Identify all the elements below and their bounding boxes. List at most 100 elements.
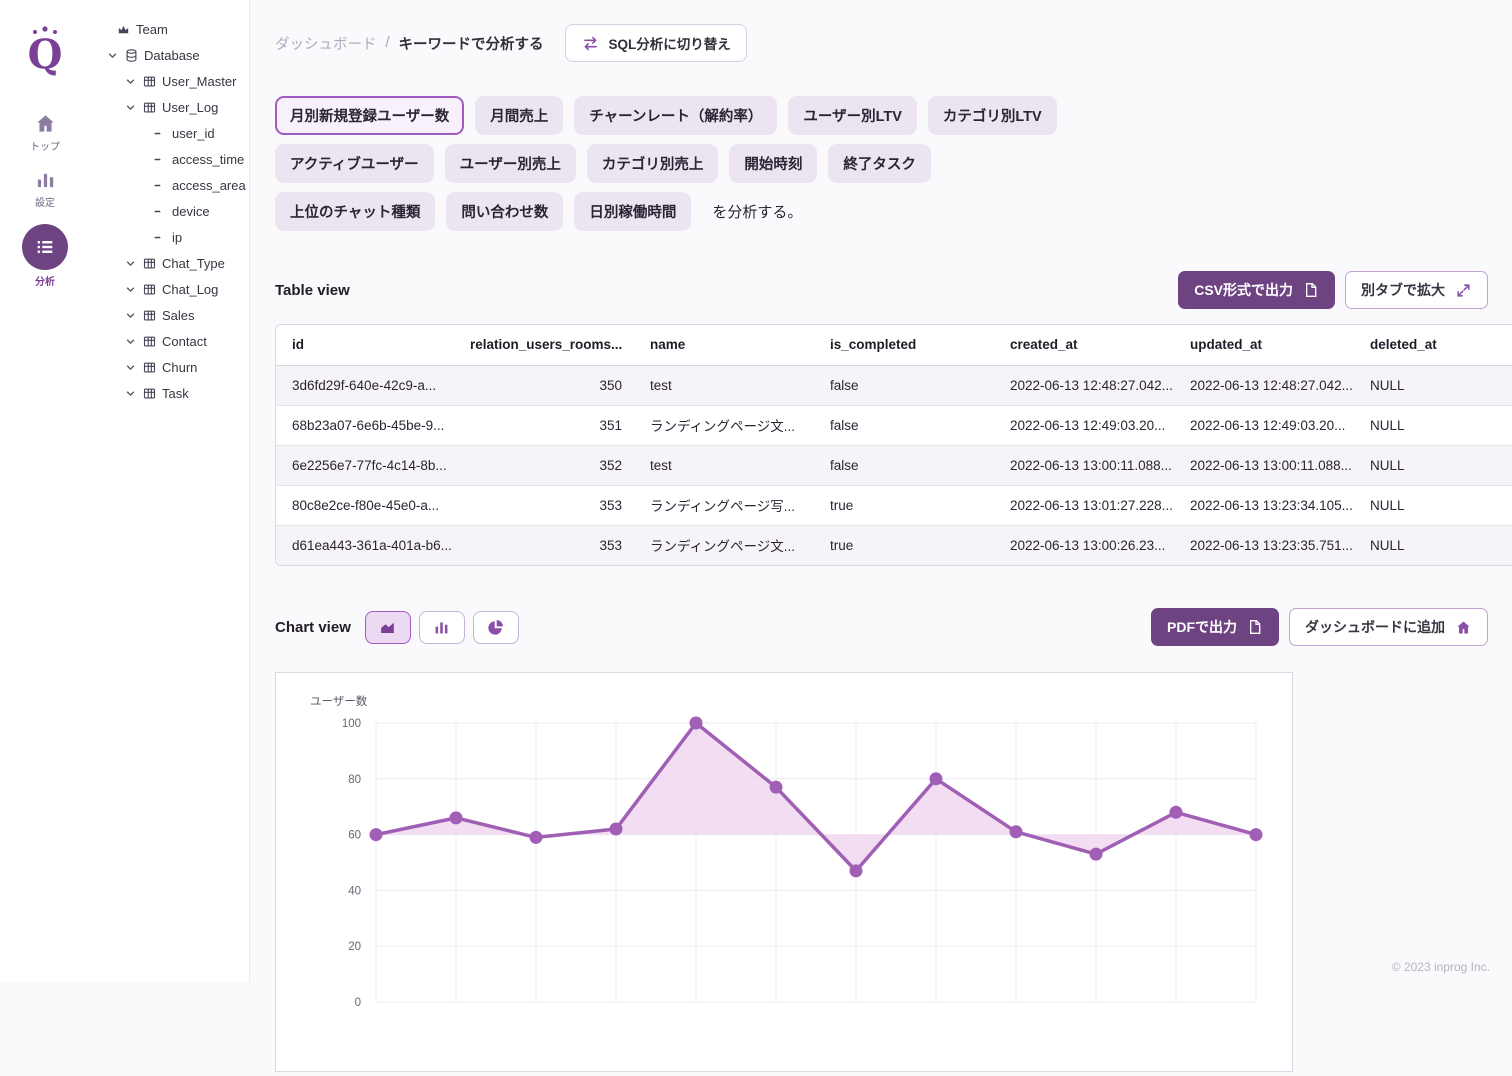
bar-chart-icon bbox=[432, 618, 451, 637]
tree-item-device[interactable]: device bbox=[90, 198, 249, 224]
area-chart-icon bbox=[378, 618, 397, 637]
keyword-chip[interactable]: 上位のチャット種類 bbox=[275, 192, 435, 231]
keyword-chip[interactable]: 月間売上 bbox=[475, 96, 563, 135]
table-cell: ランディングページ文... bbox=[636, 405, 816, 445]
column-header: id bbox=[276, 325, 456, 365]
tree-item-label: Team bbox=[136, 22, 168, 37]
keyword-chip[interactable]: 日別稼働時間 bbox=[574, 192, 691, 231]
table-cell: 2022-06-13 12:49:03.20... bbox=[1176, 405, 1356, 445]
table-row[interactable]: 6e2256e7-77fc-4c14-8b...352testfalse2022… bbox=[276, 445, 1512, 485]
table-row[interactable]: 68b23a07-6e6b-45be-9...351ランディングページ文...f… bbox=[276, 405, 1512, 445]
home-icon bbox=[1455, 619, 1472, 636]
breadcrumb-dashboard-link[interactable]: ダッシュボード bbox=[275, 33, 377, 54]
table-cell: 2022-06-13 13:00:26.23... bbox=[996, 525, 1176, 565]
expand-icon bbox=[1455, 282, 1472, 299]
keyword-chip[interactable]: 開始時刻 bbox=[729, 144, 817, 183]
table-cell: NULL bbox=[1356, 445, 1512, 485]
table-cell: true bbox=[816, 525, 996, 565]
table-row[interactable]: 80c8e2ce-f80e-45e0-a...353ランディングページ写...t… bbox=[276, 485, 1512, 525]
pdf-export-button[interactable]: PDFで出力 bbox=[1151, 608, 1279, 646]
rail-item-analysis[interactable]: 分析 bbox=[22, 224, 68, 288]
svg-text:0: 0 bbox=[355, 997, 361, 1009]
expand-tab-button[interactable]: 別タブで拡大 bbox=[1345, 271, 1488, 309]
result-table: idrelation_users_rooms...nameis_complete… bbox=[276, 325, 1512, 565]
keyword-chip[interactable]: カテゴリ別LTV bbox=[928, 96, 1057, 135]
pie-chart-button[interactable] bbox=[473, 611, 519, 644]
svg-text:100: 100 bbox=[342, 718, 361, 730]
table-view-header: Table view CSV形式で出力 別タブで拡大 bbox=[275, 271, 1488, 309]
chart-view-title: Chart view bbox=[275, 619, 351, 636]
tree-item-sales[interactable]: Sales bbox=[90, 302, 249, 328]
analyze-suffix-text: を分析する。 bbox=[712, 201, 802, 222]
app-logo[interactable]: Q bbox=[21, 22, 69, 78]
expand-tab-label: 別タブで拡大 bbox=[1361, 280, 1445, 300]
tree-item-user-log[interactable]: User_Log bbox=[90, 94, 249, 120]
tree-item-chat-log[interactable]: Chat_Log bbox=[90, 276, 249, 302]
tree-item-task[interactable]: Task bbox=[90, 380, 249, 406]
keyword-chip[interactable]: チャーンレート（解約率） bbox=[574, 96, 777, 135]
tree-item-chat-type[interactable]: Chat_Type bbox=[90, 250, 249, 276]
bar-chart-button[interactable] bbox=[419, 611, 465, 644]
keyword-chip[interactable]: ユーザー別売上 bbox=[445, 144, 576, 183]
area-chart-button[interactable] bbox=[365, 611, 411, 644]
keyword-chip[interactable]: カテゴリ別売上 bbox=[587, 144, 719, 183]
database-icon bbox=[124, 48, 139, 63]
svg-text:60: 60 bbox=[348, 830, 361, 842]
column-header: relation_users_rooms... bbox=[456, 325, 636, 365]
keyword-chip[interactable]: 月別新規登録ユーザー数 bbox=[275, 96, 464, 135]
tree-item-contact[interactable]: Contact bbox=[90, 328, 249, 354]
rail-item-label: トップ bbox=[30, 138, 60, 153]
tree-item-label: Churn bbox=[162, 360, 197, 375]
tree-item-label: Sales bbox=[162, 308, 195, 323]
rail-item-label: 分析 bbox=[35, 273, 55, 288]
tree-item-label: access_area bbox=[172, 178, 246, 193]
rail-item-top[interactable]: トップ bbox=[30, 112, 60, 153]
add-dashboard-button[interactable]: ダッシュボードに追加 bbox=[1289, 608, 1488, 646]
tree-item-ip[interactable]: ip bbox=[90, 224, 249, 250]
csv-export-button[interactable]: CSV形式で出力 bbox=[1178, 271, 1335, 309]
table-cell: test bbox=[636, 365, 816, 405]
table-cell: false bbox=[816, 365, 996, 405]
table-cell: NULL bbox=[1356, 365, 1512, 405]
table-row[interactable]: d61ea443-361a-401a-b6...353ランディングページ文...… bbox=[276, 525, 1512, 565]
tree-item-churn[interactable]: Churn bbox=[90, 354, 249, 380]
file-icon bbox=[1303, 282, 1319, 298]
tree-item-team[interactable]: Team bbox=[90, 16, 249, 42]
table-cell: 80c8e2ce-f80e-45e0-a... bbox=[276, 485, 456, 525]
tree-item-label: Database bbox=[144, 48, 200, 63]
swap-icon bbox=[581, 34, 600, 53]
rail-item-settings[interactable]: 設定 bbox=[34, 168, 57, 209]
keyword-chip[interactable]: ユーザー別LTV bbox=[788, 96, 917, 135]
table-cell: 2022-06-13 12:48:27.042... bbox=[1176, 365, 1356, 405]
tree-item-access-time[interactable]: access_time bbox=[90, 146, 249, 172]
keyword-chip[interactable]: 終了タスク bbox=[828, 144, 931, 183]
chart-card: 020406080100ユーザー数 bbox=[275, 672, 1293, 1072]
tree-item-user-master[interactable]: User_Master bbox=[90, 68, 249, 94]
column-icon bbox=[152, 126, 167, 141]
keyword-chip[interactable]: アクティブユーザー bbox=[275, 144, 434, 183]
tree-item-database[interactable]: Database bbox=[90, 42, 249, 68]
svg-text:ユーザー数: ユーザー数 bbox=[310, 694, 368, 708]
tree-item-user-id[interactable]: user_id bbox=[90, 120, 249, 146]
table-cell: 68b23a07-6e6b-45be-9... bbox=[276, 405, 456, 445]
home-icon bbox=[34, 112, 57, 135]
rail-item-label: 設定 bbox=[35, 194, 55, 209]
sql-switch-button[interactable]: SQL分析に切り替え bbox=[565, 24, 747, 62]
breadcrumb: ダッシュボード / キーワードで分析する SQL分析に切り替え bbox=[275, 24, 1488, 62]
table-cell: 2022-06-13 12:48:27.042... bbox=[996, 365, 1176, 405]
breadcrumb-current: キーワードで分析する bbox=[399, 33, 544, 54]
table-cell: 350 bbox=[456, 365, 636, 405]
table-icon bbox=[142, 386, 157, 401]
column-header: created_at bbox=[996, 325, 1176, 365]
crown-icon bbox=[116, 22, 131, 37]
table-cell: 2022-06-13 12:49:03.20... bbox=[996, 405, 1176, 445]
table-row[interactable]: 3d6fd29f-640e-42c9-a...350testfalse2022-… bbox=[276, 365, 1512, 405]
tree-item-access-area[interactable]: access_area bbox=[90, 172, 249, 198]
tree-item-label: Contact bbox=[162, 334, 207, 349]
table-icon bbox=[142, 334, 157, 349]
table-cell: ランディングページ文... bbox=[636, 525, 816, 565]
keyword-chip[interactable]: 問い合わせ数 bbox=[446, 192, 563, 231]
database-sidebar: TeamDatabaseUser_MasterUser_Loguser_idac… bbox=[90, 0, 250, 982]
table-cell: 2022-06-13 13:23:34.105... bbox=[1176, 485, 1356, 525]
table-cell: 352 bbox=[456, 445, 636, 485]
